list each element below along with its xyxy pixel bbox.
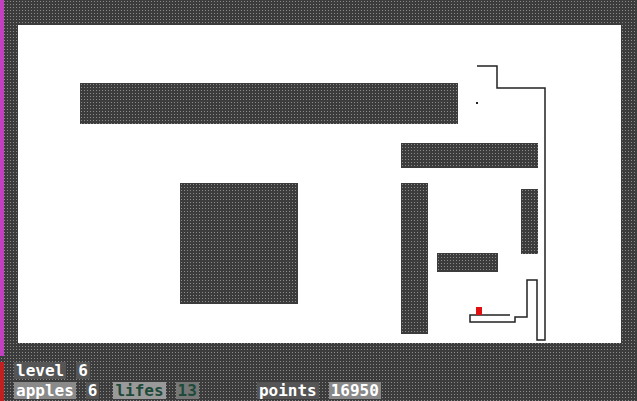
lifes-field: lifes 13 bbox=[113, 382, 198, 399]
left-stripe-lower bbox=[0, 362, 4, 401]
wall bbox=[401, 183, 428, 334]
hud: level6apples6lifes13points16950 bbox=[14, 362, 637, 399]
points-label: points bbox=[257, 382, 319, 399]
wall bbox=[521, 189, 538, 254]
lifes-value: 13 bbox=[176, 382, 199, 399]
wall bbox=[180, 183, 298, 304]
wall bbox=[437, 253, 498, 272]
lifes-label: lifes bbox=[113, 382, 165, 399]
wall bbox=[401, 143, 538, 168]
wall bbox=[80, 83, 458, 124]
points-field: points 16950 bbox=[257, 382, 381, 399]
snake bbox=[18, 25, 621, 343]
left-stripe bbox=[0, 0, 4, 356]
level-label: level bbox=[14, 362, 66, 379]
apple bbox=[476, 307, 482, 315]
apples-label: apples bbox=[14, 382, 76, 399]
playfield bbox=[18, 25, 621, 343]
apples-value: 6 bbox=[86, 382, 100, 399]
points-value: 16950 bbox=[329, 382, 381, 399]
apples-field: apples 6 bbox=[14, 382, 99, 399]
level-value: 6 bbox=[76, 362, 90, 379]
level-field: level 6 bbox=[14, 362, 90, 379]
